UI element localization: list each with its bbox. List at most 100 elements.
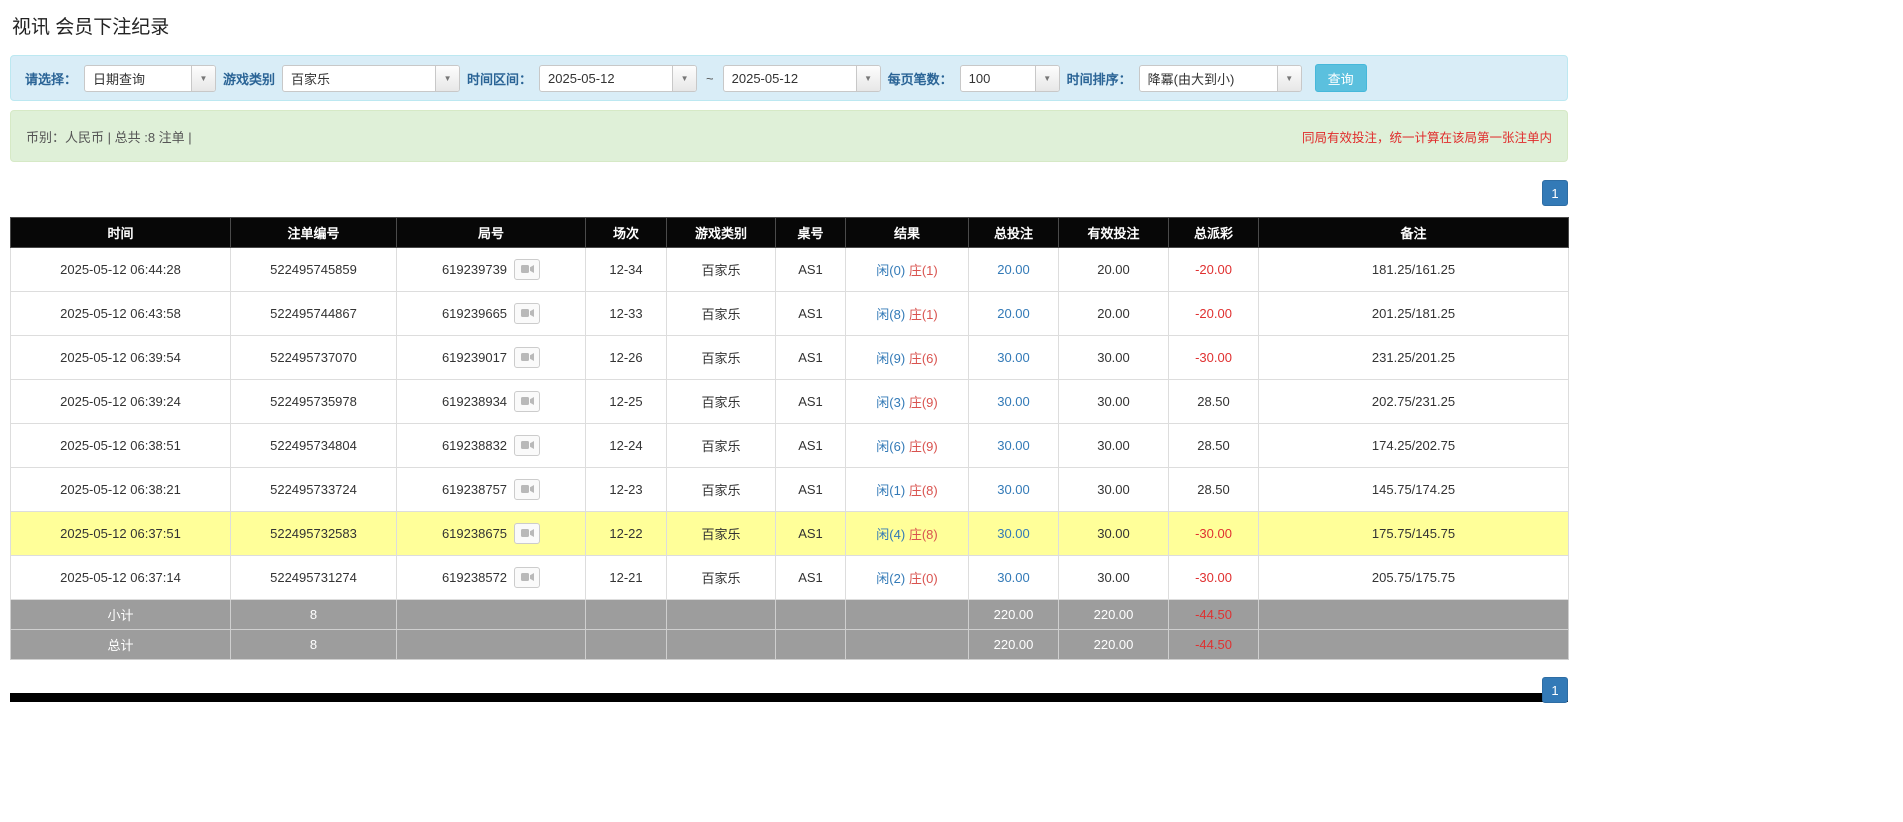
date-from-dropdown[interactable]: 2025-05-12 ▼ xyxy=(539,65,697,92)
cell-game-type: 百家乐 xyxy=(667,292,776,336)
column-header: 局号 xyxy=(397,218,586,248)
video-camera-icon xyxy=(521,350,534,365)
table-row: 2025-05-12 06:43:58522495744867619239665… xyxy=(11,292,1569,336)
result-player: 闲(1) xyxy=(876,483,905,498)
cell-payout: -20.00 xyxy=(1169,292,1259,336)
chevron-down-icon[interactable]: ▼ xyxy=(672,66,696,91)
select-label: 请选择： xyxy=(25,69,77,88)
date-type-dropdown[interactable]: 日期查询 ▼ xyxy=(84,65,216,92)
result-player: 闲(9) xyxy=(876,351,905,366)
table-header-row: 时间注单编号局号场次游戏类别桌号结果总投注有效投注总派彩备注 xyxy=(11,218,1569,248)
total-bet-link[interactable]: 30.00 xyxy=(997,526,1030,541)
video-camera-icon xyxy=(521,526,534,541)
cell-payout: 28.50 xyxy=(1169,468,1259,512)
bottom-section: 1 xyxy=(10,677,1568,707)
cell-game-type: 百家乐 xyxy=(667,380,776,424)
cell-table-no: AS1 xyxy=(776,512,846,556)
cell-session: 12-25 xyxy=(586,380,667,424)
video-replay-button[interactable] xyxy=(514,303,540,324)
game-type-label: 游戏类别 xyxy=(223,69,275,88)
date-to-dropdown[interactable]: 2025-05-12 ▼ xyxy=(723,65,881,92)
total-bet-link[interactable]: 20.00 xyxy=(997,262,1030,277)
result-player: 闲(8) xyxy=(876,307,905,322)
column-header: 总投注 xyxy=(969,218,1059,248)
result-banker: 庄(9) xyxy=(909,439,938,454)
video-camera-icon xyxy=(521,570,534,585)
column-header: 时间 xyxy=(11,218,231,248)
game-type-dropdown[interactable]: 百家乐 ▼ xyxy=(282,65,460,92)
total-bet-link[interactable]: 30.00 xyxy=(997,482,1030,497)
sort-dropdown[interactable]: 降冪(由大到小) ▼ xyxy=(1139,65,1302,92)
cell-table-no: AS1 xyxy=(776,380,846,424)
footer-payout: -44.50 xyxy=(1169,600,1259,630)
table-row: 2025-05-12 06:37:51522495732583619238675… xyxy=(11,512,1569,556)
cell-table-no: AS1 xyxy=(776,424,846,468)
cell-remark: 205.75/175.75 xyxy=(1259,556,1569,600)
bet-records-table: 时间注单编号局号场次游戏类别桌号结果总投注有效投注总派彩备注 2025-05-1… xyxy=(10,217,1569,660)
video-replay-button[interactable] xyxy=(514,479,540,500)
cell-bet-id: 522495737070 xyxy=(231,336,397,380)
cell-result: 闲(2) 庄(0) xyxy=(846,556,969,600)
table-foot: 小计8220.00220.00-44.50总计8220.00220.00-44.… xyxy=(11,600,1569,660)
cell-valid-bet: 30.00 xyxy=(1059,556,1169,600)
video-replay-button[interactable] xyxy=(514,523,540,544)
total-bet-link[interactable]: 20.00 xyxy=(997,306,1030,321)
column-header: 桌号 xyxy=(776,218,846,248)
result-banker: 庄(8) xyxy=(909,527,938,542)
page-1-button[interactable]: 1 xyxy=(1542,180,1568,206)
cell-result: 闲(8) 庄(1) xyxy=(846,292,969,336)
footer-valid-bet: 220.00 xyxy=(1059,630,1169,660)
date-from-value: 2025-05-12 xyxy=(540,66,623,91)
chevron-down-icon[interactable]: ▼ xyxy=(191,66,215,91)
page-1-button-bottom[interactable]: 1 xyxy=(1542,677,1568,703)
chevron-down-icon[interactable]: ▼ xyxy=(1277,66,1301,91)
video-replay-button[interactable] xyxy=(514,259,540,280)
video-replay-button[interactable] xyxy=(514,435,540,456)
cell-game-type: 百家乐 xyxy=(667,512,776,556)
column-header: 总派彩 xyxy=(1169,218,1259,248)
cell-round-id: 619239665 xyxy=(397,292,586,336)
page-size-dropdown[interactable]: 100 ▼ xyxy=(960,65,1060,92)
video-camera-icon xyxy=(521,306,534,321)
sort-label: 时间排序： xyxy=(1067,69,1132,88)
chevron-down-icon[interactable]: ▼ xyxy=(435,66,459,91)
video-replay-button[interactable] xyxy=(514,347,540,368)
table-row: 2025-05-12 06:44:28522495745859619239739… xyxy=(11,248,1569,292)
cell-round-id: 619239017 xyxy=(397,336,586,380)
cell-remark: 145.75/174.25 xyxy=(1259,468,1569,512)
page-size-value: 100 xyxy=(961,66,999,91)
cell-bet-id: 522495734804 xyxy=(231,424,397,468)
video-replay-button[interactable] xyxy=(514,391,540,412)
table-row: 2025-05-12 06:38:21522495733724619238757… xyxy=(11,468,1569,512)
cell-time: 2025-05-12 06:37:14 xyxy=(11,556,231,600)
chevron-down-icon[interactable]: ▼ xyxy=(1035,66,1059,91)
total-bet-link[interactable]: 30.00 xyxy=(997,350,1030,365)
round-number: 619238832 xyxy=(442,438,507,453)
total-row: 总计8220.00220.00-44.50 xyxy=(11,630,1569,660)
search-button[interactable]: 查询 xyxy=(1315,64,1367,92)
result-player: 闲(6) xyxy=(876,439,905,454)
pagination-top: 1 xyxy=(10,180,1568,206)
footer-payout: -44.50 xyxy=(1169,630,1259,660)
cell-bet-id: 522495733724 xyxy=(231,468,397,512)
cell-table-no: AS1 xyxy=(776,292,846,336)
cell-valid-bet: 30.00 xyxy=(1059,336,1169,380)
table-row: 2025-05-12 06:39:54522495737070619239017… xyxy=(11,336,1569,380)
cell-game-type: 百家乐 xyxy=(667,468,776,512)
cell-table-no: AS1 xyxy=(776,556,846,600)
same-round-note: 同局有效投注，统一计算在该局第一张注单内 xyxy=(1302,127,1552,146)
round-number: 619238572 xyxy=(442,570,507,585)
total-bet-link[interactable]: 30.00 xyxy=(997,438,1030,453)
round-number: 619238757 xyxy=(442,482,507,497)
cell-remark: 181.25/161.25 xyxy=(1259,248,1569,292)
cell-time: 2025-05-12 06:43:58 xyxy=(11,292,231,336)
cell-total-bet: 30.00 xyxy=(969,512,1059,556)
chevron-down-icon[interactable]: ▼ xyxy=(856,66,880,91)
video-replay-button[interactable] xyxy=(514,567,540,588)
total-bet-link[interactable]: 30.00 xyxy=(997,570,1030,585)
date-type-value: 日期查询 xyxy=(85,66,153,91)
cell-game-type: 百家乐 xyxy=(667,556,776,600)
total-bet-link[interactable]: 30.00 xyxy=(997,394,1030,409)
cell-payout: 28.50 xyxy=(1169,424,1259,468)
cell-payout: -30.00 xyxy=(1169,512,1259,556)
